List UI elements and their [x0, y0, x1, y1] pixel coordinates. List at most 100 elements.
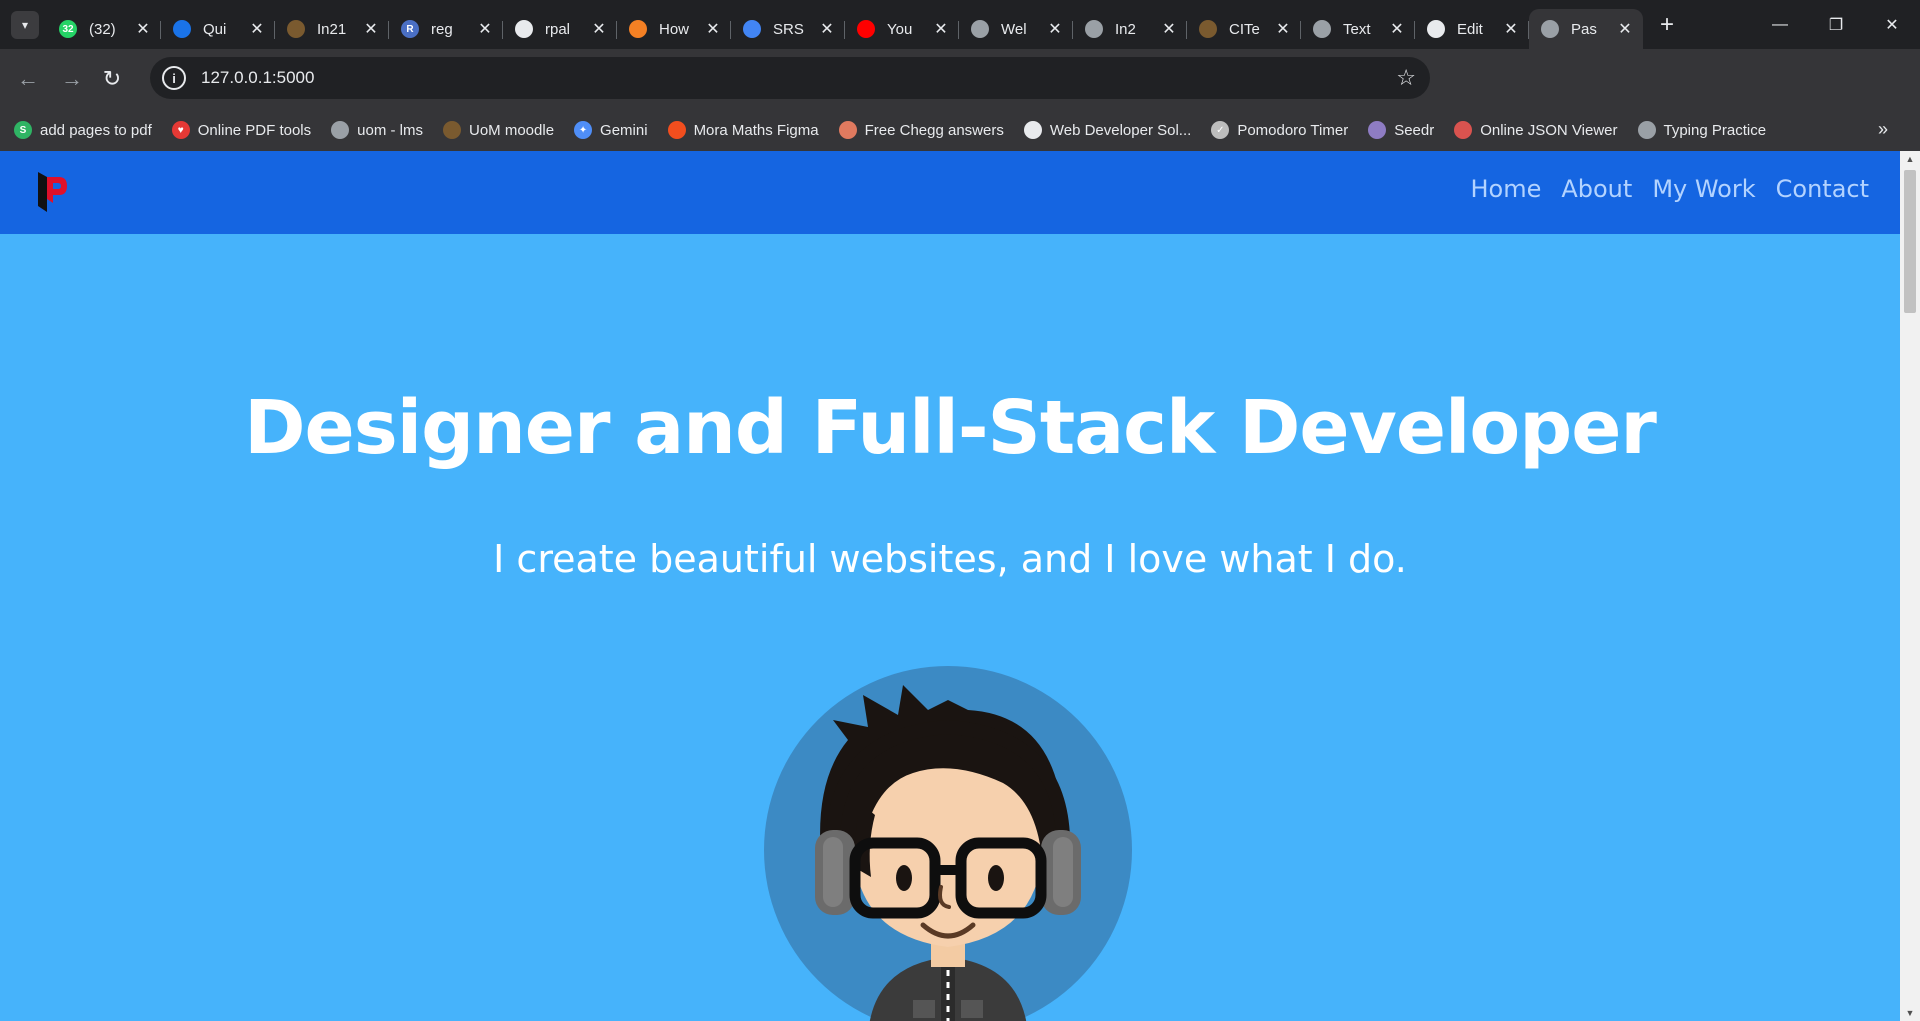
tab-close-icon[interactable]: ✕ [705, 19, 721, 39]
scroll-down-arrow-icon[interactable]: ▼ [1900, 1005, 1920, 1021]
browser-tab[interactable]: SRS ✕ [731, 9, 845, 49]
browser-tab[interactable]: rpal ✕ [503, 9, 617, 49]
tab-close-icon[interactable]: ✕ [1047, 19, 1063, 39]
globe-icon [1541, 20, 1559, 38]
tab-close-icon[interactable]: ✕ [477, 19, 493, 39]
tab-close-icon[interactable]: ✕ [1389, 19, 1405, 39]
bookmark-item[interactable]: Seedr [1368, 121, 1434, 139]
uom-icon [287, 20, 305, 38]
browser-tab[interactable]: Pas ✕ [1529, 9, 1643, 49]
json-icon [1454, 121, 1473, 139]
tab-title: rpal [545, 20, 571, 38]
hero-subtitle: I create beautiful websites, and I love … [493, 537, 1407, 581]
scroll-thumb[interactable] [1904, 170, 1916, 313]
tab-close-icon[interactable]: ✕ [1161, 19, 1177, 39]
tab-close-icon[interactable]: ✕ [933, 19, 949, 39]
bookmark-item[interactable]: Web Developer Sol... [1023, 121, 1192, 139]
browser-tab[interactable]: CITe ✕ [1187, 9, 1301, 49]
browser-tab[interactable]: In21 ✕ [275, 9, 389, 49]
bookmark-label: Web Developer Sol... [1049, 121, 1192, 139]
bookmark-item[interactable]: UoM moodle [443, 121, 554, 139]
nav-link-my-work[interactable]: My Work [1652, 175, 1755, 203]
seedr-icon [1368, 121, 1387, 139]
bookmark-label: Online JSON Viewer [1480, 121, 1618, 139]
minimize-button[interactable]: — [1752, 0, 1808, 49]
tab-close-icon[interactable]: ✕ [819, 19, 835, 39]
minimize-icon: — [1772, 15, 1788, 33]
restore-button[interactable]: ❐ [1808, 0, 1864, 49]
nav-link-about[interactable]: About [1561, 175, 1632, 203]
bookmark-item[interactable]: ✦ Gemini [574, 121, 648, 139]
bookmark-label: Mora Maths Figma [693, 121, 819, 139]
tab-close-icon[interactable]: ✕ [363, 19, 379, 39]
forward-button[interactable]: → [52, 59, 92, 99]
restore-icon: ❐ [1828, 16, 1844, 34]
browser-tab[interactable]: Text ✕ [1301, 9, 1415, 49]
bookmark-item[interactable]: Free Chegg answers [838, 121, 1004, 139]
onedrive-icon [173, 20, 191, 38]
browser-tab[interactable]: How ✕ [617, 9, 731, 49]
tab-title: CITe [1229, 20, 1260, 38]
bookmark-item[interactable]: ✓ Pomodoro Timer [1211, 121, 1348, 139]
bookmark-label: add pages to pdf [40, 121, 152, 139]
bookmark-item[interactable]: Mora Maths Figma [667, 121, 819, 139]
browser-tab[interactable]: Edit ✕ [1415, 9, 1529, 49]
smallpdf-icon: S [14, 121, 32, 139]
site-logo[interactable] [38, 172, 68, 212]
reload-button[interactable]: ↻ [92, 59, 132, 99]
back-button[interactable]: ← [8, 59, 48, 99]
back-arrow-icon: ← [17, 66, 39, 91]
tab-title: Text [1343, 20, 1371, 38]
tab-close-icon[interactable]: ✕ [249, 19, 265, 39]
address-bar[interactable]: i 127.0.0.1:5000 ☆ [150, 57, 1430, 99]
tab-title: In21 [317, 20, 347, 38]
github-icon [515, 20, 533, 38]
tab-close-icon[interactable]: ✕ [1617, 19, 1633, 39]
bookmark-item[interactable]: Typing Practice [1637, 121, 1766, 139]
site-info-icon[interactable]: i [162, 66, 186, 90]
new-tab-button[interactable]: + [1649, 7, 1685, 43]
whatsapp-icon: 32 [59, 20, 77, 38]
bookmark-star-icon[interactable]: ☆ [1396, 65, 1416, 91]
bookmarks-overflow-icon[interactable]: » [1878, 119, 1888, 140]
typing-icon [1637, 121, 1656, 139]
tab-close-icon[interactable]: ✕ [1503, 19, 1519, 39]
browser-tab[interactable]: You ✕ [845, 9, 959, 49]
bookmark-item[interactable]: ♥ Online PDF tools [171, 121, 311, 139]
page-scrollbar[interactable]: ▲ ▼ [1900, 151, 1920, 1021]
url-text[interactable]: 127.0.0.1:5000 [201, 68, 314, 88]
tab-search-button[interactable]: ▾ [11, 10, 39, 39]
heart-icon: ♥ [171, 121, 190, 139]
scroll-up-arrow-icon[interactable]: ▲ [1900, 151, 1920, 167]
tab-close-icon[interactable]: ✕ [1275, 19, 1291, 39]
github-icon [1427, 20, 1445, 38]
tab-list: 32 (32) ✕ Qui ✕ In21 ✕ Rreg ✕ rpal ✕ How ✕ SRS ✕ You ✕ We… [47, 0, 1643, 49]
window-controls: — ❐ ✕ [1752, 0, 1920, 49]
chevron-down-icon: ▾ [21, 17, 29, 32]
bookmark-label: uom - lms [357, 121, 423, 139]
tab-title: Pas [1571, 20, 1597, 38]
tab-title: reg [431, 20, 453, 38]
figma-icon [667, 121, 686, 139]
tab-close-icon[interactable]: ✕ [591, 19, 607, 39]
browser-tab[interactable]: Qui ✕ [161, 9, 275, 49]
browser-tab[interactable]: Wel ✕ [959, 9, 1073, 49]
tab-strip: ▾ 32 (32) ✕ Qui ✕ In21 ✕ Rreg ✕ rpal ✕ How ✕ SRS ✕ You ✕… [0, 0, 1920, 49]
nav-link-home[interactable]: Home [1470, 175, 1541, 203]
tab-title: You [887, 20, 913, 38]
browser-tab[interactable]: 32 (32) ✕ [47, 9, 161, 49]
tab-close-icon[interactable]: ✕ [135, 19, 151, 39]
r-icon: R [401, 20, 419, 38]
browser-toolbar: ← → ↻ i 127.0.0.1:5000 ☆ ⋯ G 文 ⬇ ✋ ✿ ⧉ ⤓… [0, 49, 1920, 141]
browser-tab[interactable]: Rreg ✕ [389, 9, 503, 49]
gemini-icon: ✦ [574, 121, 593, 139]
bookmark-item[interactable]: Online JSON Viewer [1454, 121, 1618, 139]
uom-icon [443, 121, 461, 139]
close-window-button[interactable]: ✕ [1864, 0, 1920, 49]
tab-title: In2 [1115, 20, 1136, 38]
bookmark-item[interactable]: Sadd pages to pdf [14, 121, 152, 139]
nav-link-contact[interactable]: Contact [1776, 175, 1869, 203]
browser-tab[interactable]: In2 ✕ [1073, 9, 1187, 49]
bookmark-item[interactable]: uom - lms [331, 121, 423, 139]
tab-title: SRS [773, 20, 804, 38]
